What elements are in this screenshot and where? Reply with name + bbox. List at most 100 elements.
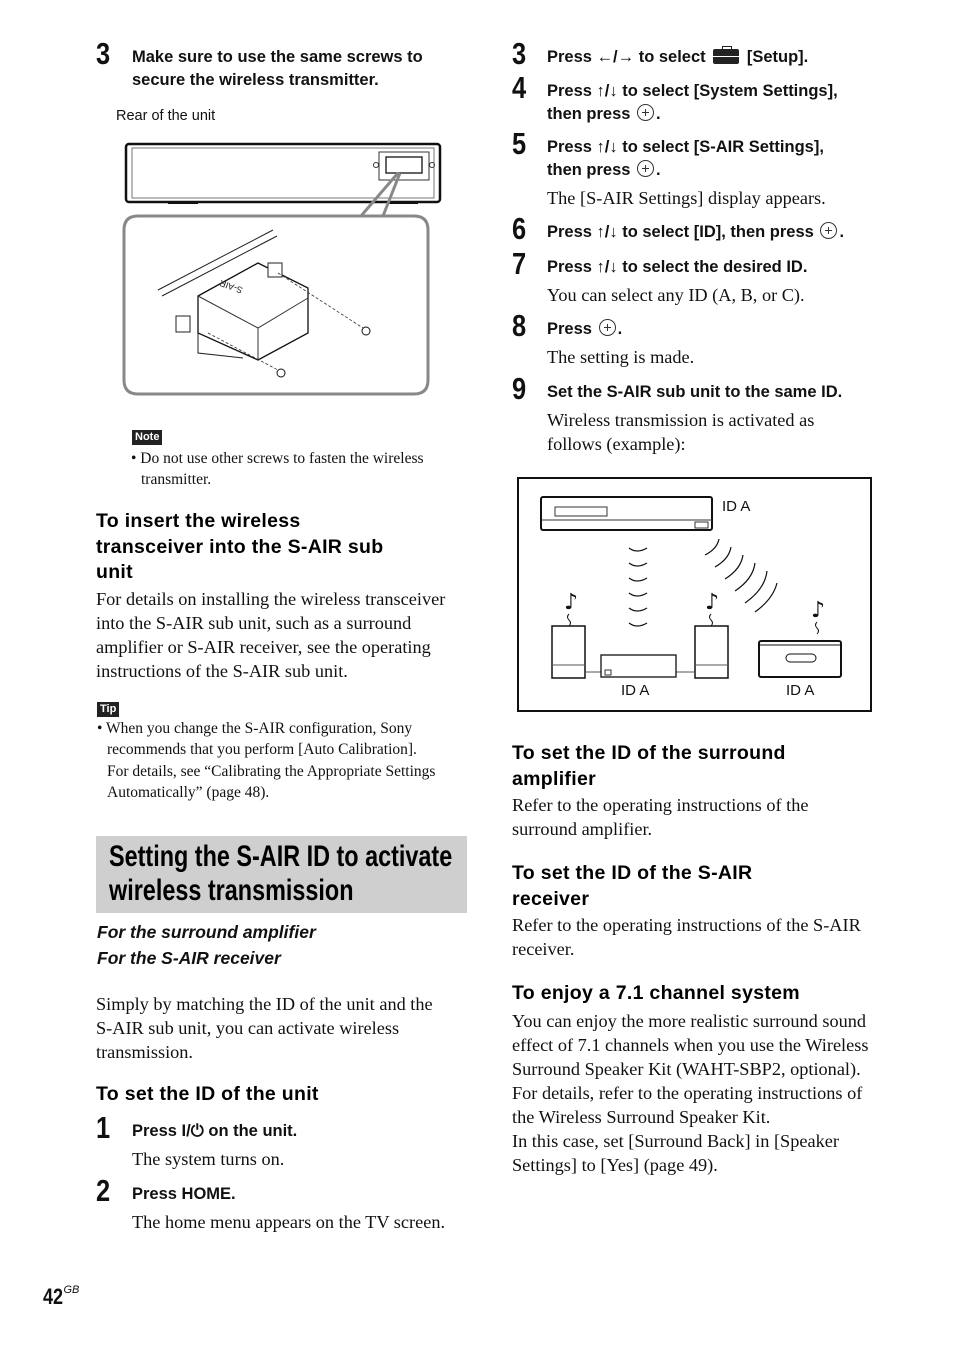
enter-button-icon (598, 319, 616, 336)
paragraph-line: receiver. (512, 939, 575, 959)
amp-heading: To set the ID of the surround amplifier (512, 741, 786, 792)
step-number: 5 (512, 126, 527, 161)
step-text-line: Press ↑/↓ to select [S-AIR Settings], (547, 138, 824, 156)
page-number: 42GB (43, 1284, 79, 1310)
paragraph-line: the Wireless Surround Speaker Kit. (512, 1107, 771, 1127)
step-result: Wireless transmission is activated as fo… (547, 408, 814, 456)
paragraph-line: surround amplifier. (512, 819, 653, 839)
step-number: 1 (96, 1110, 111, 1145)
main-unit-id-label: ID A (722, 498, 751, 515)
page-number-suffix: GB (63, 1284, 80, 1296)
receiver-heading: To set the ID of the S-AIR receiver (512, 861, 752, 912)
step-number: 3 (96, 36, 111, 71)
svg-text:♪: ♪ (705, 590, 719, 615)
step-number: 2 (96, 1173, 111, 1208)
paragraph-line: effect of 7.1 channels when you use the … (512, 1035, 869, 1055)
paragraph-line: For details on installing the wireless t… (96, 589, 446, 609)
step-text-part: . (656, 161, 661, 179)
step-text-part: Press (547, 320, 592, 338)
paragraph-line: For details, refer to the operating inst… (512, 1083, 863, 1103)
unit-id-heading: To set the ID of the unit (96, 1083, 319, 1105)
step-number: 6 (512, 211, 527, 246)
step-number: 4 (512, 70, 527, 105)
step-result-line: Wireless transmission is activated as (547, 410, 815, 430)
tip-tag: Tip (97, 702, 120, 717)
step-number: 9 (512, 371, 527, 406)
paragraph-line: Surround Speaker Kit (WAHT-SBP2, optiona… (512, 1059, 861, 1079)
heading-line: To set the ID of the S-AIR (512, 862, 753, 884)
paragraph-line: Settings] to [Yes] (page 49). (512, 1155, 718, 1175)
paragraph-line: Refer to the operating instructions of t… (512, 915, 861, 935)
step-text-part: Press (132, 1122, 182, 1140)
heading-line: To insert the wireless (96, 510, 301, 532)
tip-line: For details, see “Calibrating the Approp… (107, 763, 436, 780)
svg-text:♪: ♪ (564, 590, 578, 615)
heading-line: transceiver into the S-AIR sub (96, 535, 384, 558)
step-text: Press . (547, 318, 622, 341)
figure-caption: Rear of the unit (116, 108, 216, 124)
svg-text:♪: ♪ (811, 598, 825, 623)
step-number: 8 (512, 308, 527, 343)
heading-line: receiver (512, 887, 590, 910)
step-result: The home menu appears on the TV screen. (132, 1212, 446, 1232)
step-text: Set the S-AIR sub unit to the same ID. (547, 383, 843, 401)
wireless-diagram-drawing: ♪ ♪ ♪ (540, 496, 842, 679)
wireless-diagram: ♪ ♪ ♪ ID A ID A ID A (517, 477, 872, 712)
s-air-receiver-drawing: ♪ (758, 598, 842, 678)
section-title-line: wireless transmission (109, 874, 354, 907)
applies-to-line: For the S-AIR receiver (97, 948, 281, 968)
receiver-body: Refer to the operating instructions of t… (512, 913, 861, 961)
amp-body: Refer to the operating instructions of t… (512, 793, 808, 841)
step-text-line: Press ↑/↓ to select [System Settings], (547, 82, 838, 100)
step-text: Press ↑/↓ to select [S-AIR Settings], th… (547, 136, 824, 182)
step-text-part: [Setup]. (746, 48, 809, 66)
note-bullet-line: • Do not use other screws to fasten the … (131, 450, 424, 467)
step-result: The system turns on. (132, 1149, 285, 1169)
step-result-line: follows (example): (547, 434, 686, 454)
step-text-part: . (617, 320, 623, 338)
step-text-part: then press (547, 161, 631, 179)
step-text-line: Make sure to use the same screws to (132, 48, 423, 66)
step-text-part: . (656, 105, 661, 123)
section-title-line: Setting the S-AIR ID to activate (109, 840, 453, 873)
tip-line: Automatically” (page 48). (107, 784, 270, 801)
paragraph-line: instructions of the S-AIR sub unit. (96, 661, 348, 681)
applies-to-line: For the surround amplifier (97, 922, 316, 942)
step-text-part: Press ←/→ to select (547, 48, 706, 66)
paragraph-line: You can enjoy the more realistic surroun… (512, 1011, 867, 1031)
power-button-icon: I/⏻ (181, 1122, 204, 1140)
toolbox-icon (713, 46, 740, 64)
insert-heading: To insert the wireless transceiver into … (96, 509, 383, 586)
page-number-value: 42 (43, 1284, 64, 1309)
paragraph-line: In this case, set [Surround Back] in [Sp… (512, 1131, 839, 1151)
amplifier-id-label: ID A (621, 682, 650, 699)
tip-line: recommends that you perform [Auto Calibr… (107, 741, 417, 758)
insert-body: For details on installing the wireless t… (96, 587, 445, 683)
transmitter-install-illustration: S-AIR (122, 142, 442, 396)
step-text-part: . (839, 223, 845, 241)
step-text: Press HOME. (132, 1185, 236, 1203)
enter-button-icon (820, 222, 838, 239)
paragraph-line: transmission. (96, 1042, 193, 1062)
section-title: Setting the S-AIR ID to activate wireles… (109, 840, 452, 908)
step-text-line: secure the wireless transmitter. (132, 71, 379, 89)
tip-line: • When you change the S-AIR configuratio… (97, 720, 413, 737)
wireless-waves-down (628, 547, 648, 627)
paragraph-line: S-AIR sub unit, you can activate wireles… (96, 1018, 400, 1038)
paragraph-line: Refer to the operating instructions of t… (512, 795, 809, 815)
left-speaker-drawing: ♪ (551, 590, 586, 679)
surround-amplifier-drawing (585, 654, 695, 678)
step-result: The [S-AIR Settings] display appears. (547, 188, 826, 208)
receiver-id-label: ID A (786, 682, 815, 699)
applies-to: For the surround amplifier For the S-AIR… (97, 919, 316, 971)
step-number: 7 (512, 246, 527, 281)
intro-paragraph: Simply by matching the ID of the unit an… (96, 992, 433, 1064)
enter-button-icon (637, 104, 655, 121)
right-speaker-drawing: ♪ (694, 590, 729, 679)
note-bullet-line: transmitter. (141, 471, 212, 488)
step-result: You can select any ID (A, B, or C). (547, 285, 805, 305)
step-text: Press ↑/↓ to select [ID], then press . (547, 221, 844, 244)
step-text: Press ↑/↓ to select [System Settings], t… (547, 80, 838, 126)
step-text: Press I/⏻ on the unit. (132, 1120, 297, 1143)
paragraph-line: amplifier or S-AIR receiver, see the ope… (96, 637, 431, 657)
